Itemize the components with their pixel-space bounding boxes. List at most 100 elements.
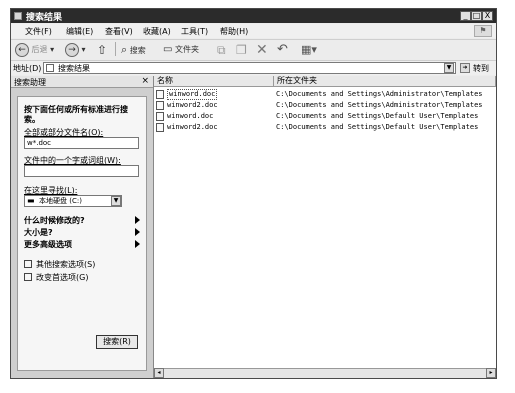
up-folder-icon: ⇧ [97,43,108,57]
undo-icon: ↶ [277,42,288,57]
search-companion-pane: 搜索助理 × 按下面任何或所有标准进行搜索。 全部或部分文件名(O): w*.d… [11,76,154,378]
file-folder: C:\Documents and Settings\Default User\T… [276,123,479,131]
menu-bar: 文件(F) 编辑(E) 查看(V) 收藏(A) 工具(T) 帮助(H) ⚑ [11,24,496,38]
search-icon: ⌕ [121,43,128,56]
hard-drive-icon: ▬ [27,196,35,205]
file-name: winword.doc [167,112,214,120]
file-folder: C:\Documents and Settings\Default User\T… [276,112,479,120]
move-to-icon: ⧉ [217,43,226,57]
search-results-window: 搜索结果 _ □ X 文件(F) 编辑(E) 查看(V) 收藏(A) 工具(T)… [10,8,497,379]
file-name: winword2.doc [167,101,218,109]
word-document-icon [156,90,164,99]
search-submit-button[interactable]: 搜索(R) [96,335,138,349]
change-preferences-link[interactable]: 改变首选项(G) [36,272,88,283]
menu-file[interactable]: 文件(F) [25,26,52,37]
views-button[interactable]: ▦▾ [301,42,317,58]
file-name: winword2.doc [167,123,218,131]
when-modified-label: 什么时候修改的? [24,216,85,225]
scroll-left-icon[interactable]: ◂ [154,368,164,378]
views-dropdown-icon: ▾ [311,43,317,56]
folders-button[interactable]: ▭ 文件夹 [163,42,199,58]
move-to-button[interactable]: ⧉ [217,42,226,58]
undo-button[interactable]: ↶ [277,42,288,58]
change-preferences-icon [24,273,32,281]
folders-icon: ▭ [163,44,173,55]
forward-dropdown-icon[interactable]: ▾ [82,45,86,54]
menu-edit[interactable]: 编辑(E) [66,26,93,37]
windows-logo-icon: ⚑ [474,25,492,37]
when-modified-option[interactable]: 什么时候修改的? [24,215,142,226]
search-instructions: 按下面任何或所有标准进行搜索。 [24,105,128,124]
table-row[interactable]: winword.doc C:\Documents and Settings\Ad… [156,89,496,100]
close-button[interactable]: X [482,11,493,21]
maximize-button[interactable]: □ [471,11,482,21]
address-dropdown-icon[interactable]: ▼ [444,63,454,73]
other-options-icon [24,260,32,268]
delete-button[interactable]: ✕ [256,42,268,58]
word-document-icon [156,112,164,121]
title-bar: 搜索结果 _ □ X [11,9,496,23]
search-results-folder-icon [46,64,54,72]
look-in-dropdown-icon[interactable]: ▼ [111,196,121,206]
copy-to-button[interactable]: ❐ [236,42,247,58]
file-folder: C:\Documents and Settings\Administrator\… [276,90,483,98]
minimize-button[interactable]: _ [460,11,471,21]
search-pane-header: 搜索助理 × [11,76,153,88]
horizontal-scrollbar[interactable]: ◂ ▸ [154,368,496,378]
results-list: 名称 所在文件夹 winword.doc C:\Documents and Se… [154,76,496,378]
delete-x-icon: ✕ [256,42,268,58]
more-options-expand-icon[interactable] [135,240,140,248]
search-criteria-panel: 按下面任何或所有标准进行搜索。 全部或部分文件名(O): w*.doc 文件中的… [17,96,147,371]
phrase-input[interactable] [24,165,139,177]
toolbar-separator [115,42,116,56]
filename-input[interactable]: w*.doc [24,137,139,149]
address-bar: 地址(D) 搜索结果 ▼ ➜ 转到 [11,61,496,75]
forward-button[interactable]: → ▾ [65,42,86,58]
more-options-label: 更多高级选项 [24,240,72,249]
forward-arrow-icon: → [65,42,79,57]
address-value: 搜索结果 [58,64,90,73]
column-header-folder[interactable]: 所在文件夹 [274,76,496,87]
table-row[interactable]: winword.doc C:\Documents and Settings\De… [156,111,496,122]
back-dropdown-icon[interactable]: ▾ [50,45,54,54]
toolbar: ← 后退 ▾ → ▾ ⇧ ⌕ 搜索 ▭ 文件夹 ⧉ ❐ ✕ ↶ ▦▾ [11,39,496,61]
back-button[interactable]: ← 后退 ▾ [15,42,54,58]
menu-view[interactable]: 查看(V) [105,26,133,37]
menu-favorites[interactable]: 收藏(A) [143,26,171,37]
column-header-name[interactable]: 名称 [154,76,274,87]
menu-tools[interactable]: 工具(T) [181,26,208,37]
go-arrow-icon: ➜ [460,63,470,73]
search-label: 搜索 [129,46,146,55]
look-in-select[interactable]: ▬ 本地硬盘 (C:) ▼ [24,195,122,207]
folders-label: 文件夹 [175,45,199,54]
table-row[interactable]: winword2.doc C:\Documents and Settings\D… [156,122,496,133]
file-folder: C:\Documents and Settings\Administrator\… [276,101,483,109]
copy-to-icon: ❐ [236,43,247,57]
size-label: 大小是? [24,228,53,237]
other-search-options-link[interactable]: 其他搜索选项(S) [36,259,95,270]
menu-help[interactable]: 帮助(H) [220,26,248,37]
window-icon [14,12,22,20]
go-label: 转到 [473,64,489,73]
size-option[interactable]: 大小是? [24,227,53,238]
word-document-icon [156,101,164,110]
search-pane-close-icon[interactable]: × [141,76,149,86]
look-in-value: 本地硬盘 (C:) [39,197,82,205]
when-modified-expand-icon[interactable] [135,216,140,224]
back-label: 后退 [31,45,48,54]
search-button[interactable]: ⌕ 搜索 [121,42,146,58]
go-button[interactable]: ➜ 转到 [460,62,494,74]
window-title: 搜索结果 [26,13,63,23]
address-field[interactable]: 搜索结果 ▼ [43,62,456,74]
size-expand-icon[interactable] [135,228,140,236]
scroll-right-icon[interactable]: ▸ [486,368,496,378]
file-name: winword.doc [167,89,218,100]
views-icon: ▦ [301,43,312,56]
address-label: 地址(D) [13,64,42,73]
up-folder-button[interactable]: ⇧ [97,42,107,58]
back-arrow-icon: ← [15,42,29,57]
more-options[interactable]: 更多高级选项 [24,239,72,250]
table-row[interactable]: winword2.doc C:\Documents and Settings\A… [156,100,496,111]
word-document-icon [156,123,164,132]
search-pane-title: 搜索助理 [14,78,46,87]
